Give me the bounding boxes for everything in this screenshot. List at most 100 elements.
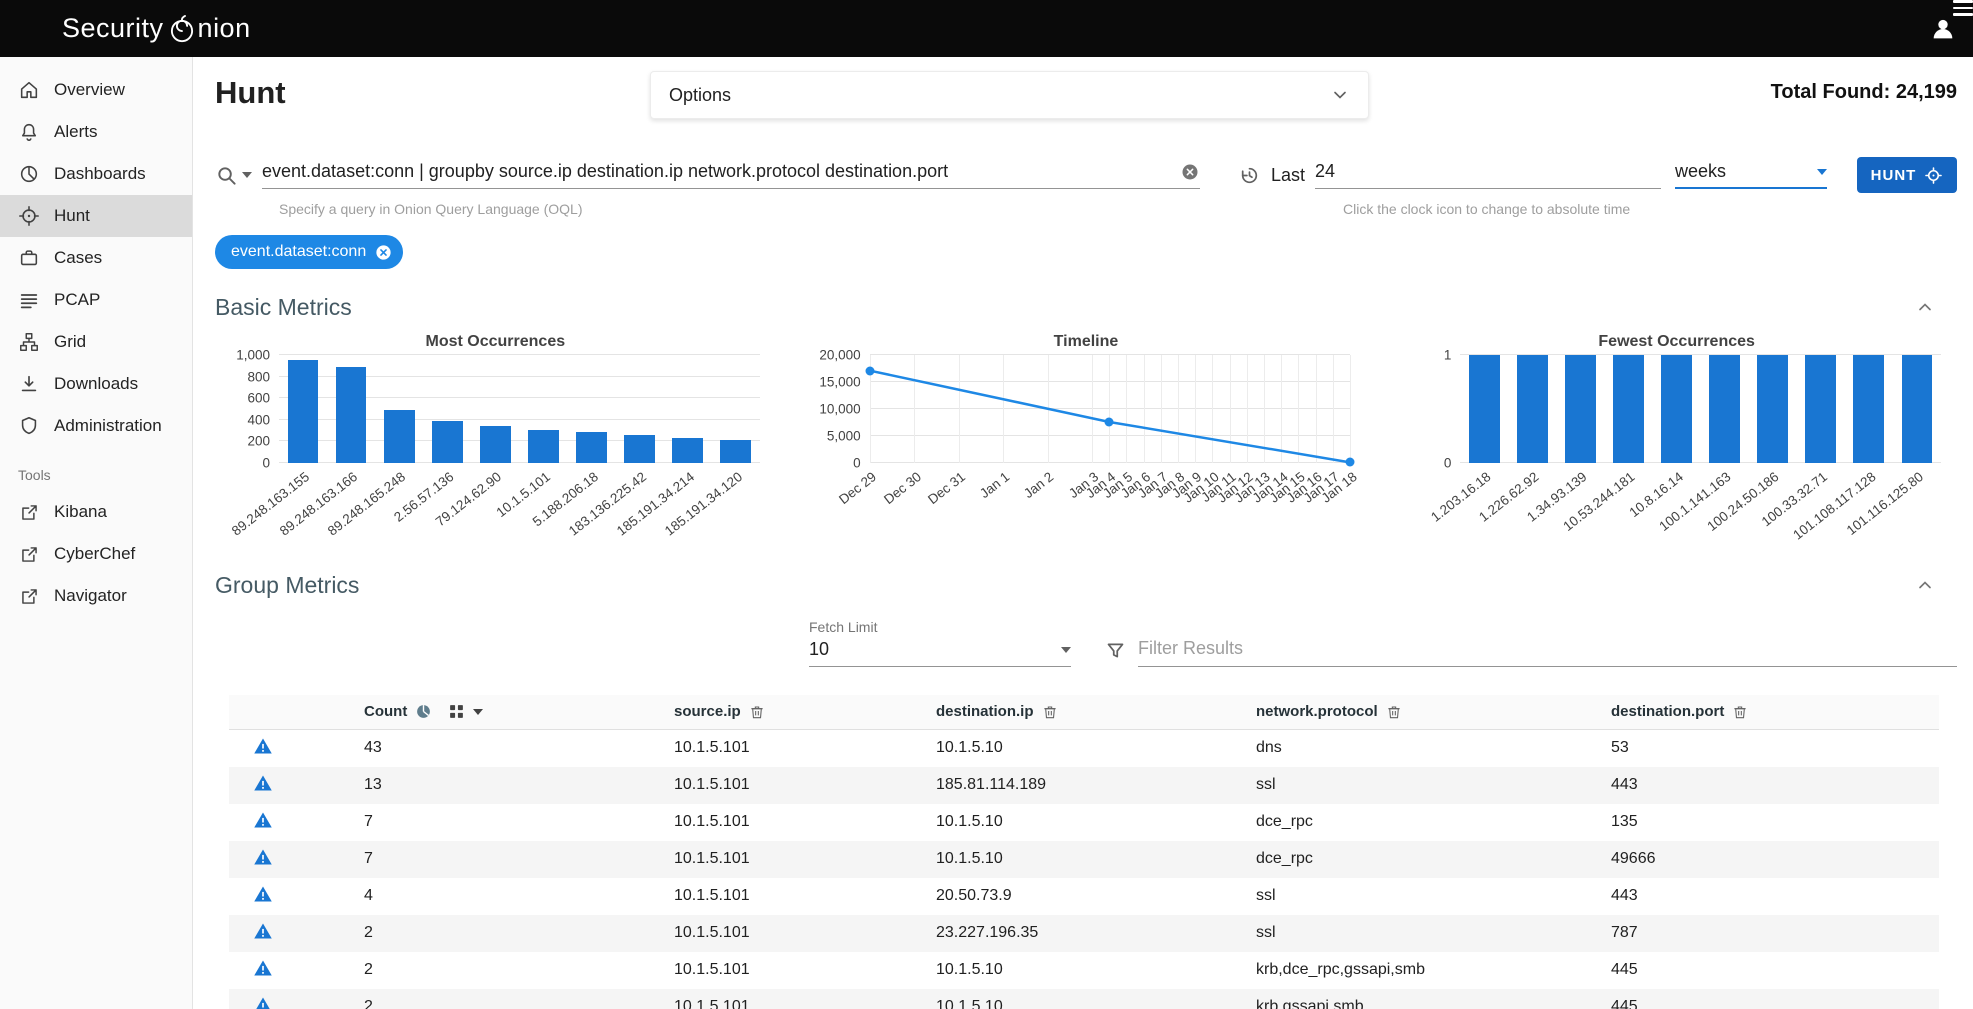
fetch-limit-select[interactable]: Fetch Limit 10 <box>809 619 1071 667</box>
pie-chart-icon <box>18 163 40 185</box>
bar[interactable] <box>1469 355 1500 463</box>
warning-icon[interactable] <box>253 847 273 867</box>
sidebar-item-alerts[interactable]: Alerts <box>0 111 192 153</box>
bar[interactable] <box>1517 355 1548 463</box>
trash-icon[interactable] <box>1732 703 1748 721</box>
table-row[interactable]: 1310.1.5.101185.81.114.189ssl443 <box>229 767 1939 804</box>
warning-icon[interactable] <box>253 810 273 830</box>
bar[interactable] <box>384 410 415 463</box>
chart-title: Most Occurrences <box>221 333 770 355</box>
table-row[interactable]: 710.1.5.10110.1.5.10dce_rpc135 <box>229 804 1939 841</box>
table-cell: 445 <box>1611 989 1939 1009</box>
caret-down-icon <box>1817 169 1827 175</box>
data-point[interactable] <box>1105 417 1114 426</box>
table-row[interactable]: 4310.1.5.10110.1.5.10dns53 <box>229 729 1939 767</box>
data-point[interactable] <box>865 366 874 375</box>
warning-icon[interactable] <box>253 958 273 978</box>
sidebar-item-dashboards[interactable]: Dashboards <box>0 153 192 195</box>
y-tick-label: 1 <box>1444 348 1452 363</box>
filter-chip[interactable]: event.dataset:conn <box>215 235 403 269</box>
bar[interactable] <box>336 367 367 463</box>
bar[interactable] <box>1613 355 1644 463</box>
bar[interactable] <box>576 432 607 463</box>
table-cell: 10.1.5.101 <box>674 915 936 952</box>
sidebar-item-cases[interactable]: Cases <box>0 237 192 279</box>
bar[interactable] <box>1565 355 1596 463</box>
external-link-icon <box>18 543 40 565</box>
options-dropdown[interactable]: Options <box>650 71 1369 119</box>
table-row[interactable]: 210.1.5.10123.227.196.35ssl787 <box>229 915 1939 952</box>
bar[interactable] <box>1805 355 1836 463</box>
bar[interactable] <box>480 426 511 463</box>
warning-icon[interactable] <box>253 884 273 904</box>
warning-icon[interactable] <box>253 736 273 756</box>
sidebar-item-pcap[interactable]: PCAP <box>0 279 192 321</box>
total-found-label: Total Found: <box>1771 81 1891 103</box>
table-cell: 10.1.5.101 <box>674 729 936 767</box>
menu-toggle-button[interactable] <box>0 0 56 57</box>
trash-icon[interactable] <box>1386 703 1402 721</box>
warning-icon[interactable] <box>253 773 273 793</box>
briefcase-icon <box>18 247 40 269</box>
warning-column-header <box>229 695 364 729</box>
column-header-count: Count <box>364 695 674 729</box>
table-row[interactable]: 410.1.5.10120.50.73.9ssl443 <box>229 878 1939 915</box>
table-row[interactable]: 210.1.5.10110.1.5.10krb,dce_rpc,gssapi,s… <box>229 952 1939 989</box>
sidebar-item-administration[interactable]: Administration <box>0 405 192 447</box>
search-icon[interactable] <box>215 164 238 187</box>
bar[interactable] <box>1661 355 1692 463</box>
trash-icon[interactable] <box>1042 703 1058 721</box>
total-found: Total Found: 24,199 <box>1771 81 1957 104</box>
chip-close-icon[interactable] <box>374 243 393 262</box>
query-input[interactable] <box>262 161 1180 182</box>
sidebar-item-label: CyberChef <box>54 544 135 564</box>
bar[interactable] <box>1709 355 1740 463</box>
group-by-icon[interactable] <box>448 703 465 720</box>
clear-query-button[interactable] <box>1180 162 1200 182</box>
time-value-input[interactable] <box>1315 161 1661 182</box>
sidebar-item-downloads[interactable]: Downloads <box>0 363 192 405</box>
warning-icon[interactable] <box>253 995 273 1009</box>
sidebar-item-kibana[interactable]: Kibana <box>0 491 192 533</box>
bar[interactable] <box>1757 355 1788 463</box>
sidebar-item-cyberchef[interactable]: CyberChef <box>0 533 192 575</box>
bar[interactable] <box>432 421 463 463</box>
table-cell: 53 <box>1611 729 1939 767</box>
table-cell: krb,dce_rpc,gssapi,smb <box>1256 952 1611 989</box>
collapse-group-metrics-button[interactable] <box>1915 575 1935 595</box>
absolute-time-button[interactable] <box>1238 164 1261 187</box>
warning-icon[interactable] <box>253 921 273 941</box>
time-helper-text: Click the clock icon to change to absolu… <box>1343 201 1630 217</box>
row-warning-cell <box>229 878 364 915</box>
row-warning-cell <box>229 729 364 767</box>
table-row[interactable]: 210.1.5.10110.1.5.10krb,gssapi,smb445 <box>229 989 1939 1009</box>
options-label: Options <box>669 85 731 106</box>
sidebar-item-grid[interactable]: Grid <box>0 321 192 363</box>
caret-down-icon[interactable] <box>473 709 483 715</box>
time-unit-select[interactable]: weeks <box>1675 161 1827 189</box>
collapse-basic-metrics-button[interactable] <box>1915 297 1935 317</box>
hunt-button[interactable]: HUNT <box>1857 157 1957 193</box>
y-tick-label: 200 <box>247 434 270 449</box>
sidebar-item-label: Overview <box>54 80 125 100</box>
table-row[interactable]: 710.1.5.10110.1.5.10dce_rpc49666 <box>229 841 1939 878</box>
sidebar-item-label: Cases <box>54 248 102 268</box>
bar[interactable] <box>528 430 559 463</box>
bar[interactable] <box>720 440 751 463</box>
pie-chart-icon[interactable] <box>415 703 432 720</box>
sidebar-item-navigator[interactable]: Navigator <box>0 575 192 617</box>
bar[interactable] <box>1902 355 1933 463</box>
y-tick-label: 600 <box>247 391 270 406</box>
bar[interactable] <box>288 360 319 463</box>
bar[interactable] <box>1853 355 1884 463</box>
sidebar-item-overview[interactable]: Overview <box>0 69 192 111</box>
query-history-caret-icon[interactable] <box>242 172 252 178</box>
sidebar-item-hunt[interactable]: Hunt <box>0 195 192 237</box>
bar[interactable] <box>672 438 703 463</box>
trash-icon[interactable] <box>749 703 765 721</box>
table-header-row: Count source.ip <box>229 695 1939 729</box>
table-cell: 23.227.196.35 <box>936 915 1256 952</box>
bar[interactable] <box>624 435 655 463</box>
filter-results-input[interactable] <box>1138 638 1957 667</box>
table-cell: 7 <box>364 841 674 878</box>
